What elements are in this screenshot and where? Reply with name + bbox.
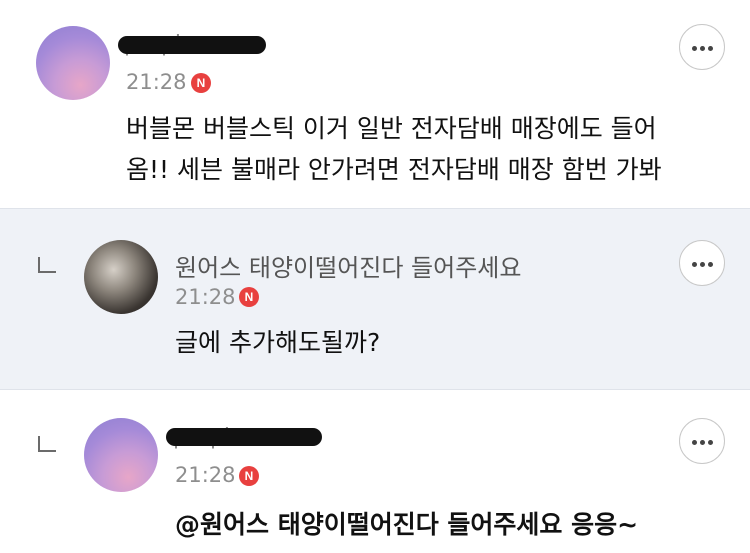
comment-text-line: 버블몬 버블스틱 이거 일반 전자담배 매장에도 들어: [126, 114, 657, 143]
new-badge: N: [239, 466, 259, 486]
more-options-button[interactable]: [679, 240, 725, 286]
reply-indent-icon: [38, 257, 56, 273]
avatar[interactable]: [84, 418, 158, 492]
comment-item: purple 21:28 N 버블몬 버블스틱 이거 일반 전자담배 매장에도 …: [0, 0, 750, 208]
new-badge: N: [191, 73, 211, 93]
more-options-icon: [692, 440, 697, 445]
comment-text: 버블몬 버블스틱 이거 일반 전자담배 매장에도 들어 옴!! 세븐 불매라 안…: [126, 108, 662, 190]
more-options-icon-dot: [700, 46, 705, 51]
avatar[interactable]: [36, 26, 110, 100]
more-options-button[interactable]: [679, 418, 725, 464]
more-options-icon-dot: [708, 440, 713, 445]
author-name[interactable]: 원어스 태양이떨어진다 들어주세요: [175, 248, 521, 283]
avatar[interactable]: [84, 240, 158, 314]
name-redaction-mark: [166, 428, 322, 446]
comment-time: 21:28: [175, 285, 236, 309]
comment-text-line: 옴!! 세븐 불매라 안가려면 전자담배 매장 함번 가봐: [126, 155, 662, 184]
more-options-button[interactable]: [679, 24, 725, 70]
more-options-icon: [692, 262, 697, 267]
reply-item: purple 21:28 N @원어스 태양이떨어진다 들어주세요 응응~: [0, 390, 750, 553]
more-options-icon-dot: [700, 262, 705, 267]
more-options-icon: [692, 46, 697, 51]
reply-indent-icon: [38, 436, 56, 452]
more-options-icon-dot: [708, 46, 713, 51]
comment-text-line: @원어스 태양이떨어진다 들어주세요 응응~: [175, 510, 639, 539]
name-redaction-mark: [118, 36, 266, 54]
comment-text: @원어스 태양이떨어진다 들어주세요 응응~: [175, 504, 638, 545]
more-options-icon-dot: [708, 262, 713, 267]
comment-time: 21:28: [126, 70, 187, 94]
comment-text: 글에 추가해도될까?: [175, 322, 380, 363]
new-badge: N: [239, 287, 259, 307]
reply-item: 원어스 태양이떨어진다 들어주세요 21:28 N 글에 추가해도될까?: [0, 208, 750, 390]
more-options-icon-dot: [700, 440, 705, 445]
comment-time: 21:28: [175, 463, 236, 487]
comment-text-line: 글에 추가해도될까?: [175, 328, 381, 357]
